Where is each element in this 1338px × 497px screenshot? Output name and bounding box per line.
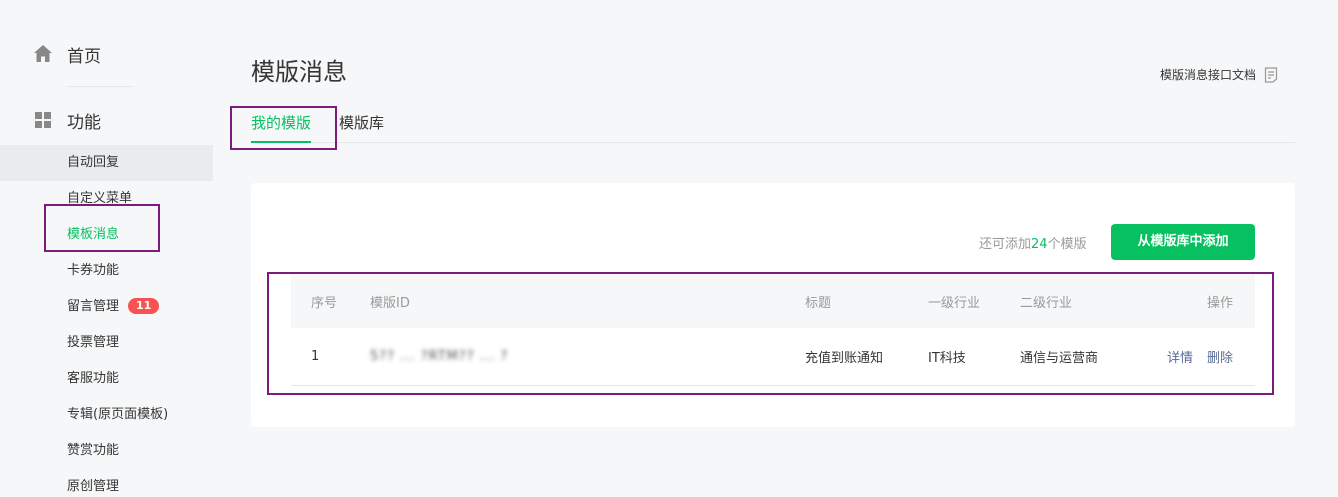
quota-suffix: 个模版 — [1047, 237, 1087, 252]
nav-features-label: 功能 — [67, 112, 101, 133]
col-title: 标题 — [805, 296, 832, 311]
page-title: 模版消息 — [251, 58, 347, 86]
doc-link-label: 模版消息接口文档 — [1160, 68, 1257, 82]
sidebar-item-card-coupon[interactable]: 卡券功能 — [0, 253, 213, 289]
quota-prefix: 还可添加 — [979, 237, 1032, 252]
sidebar-item-label: 自定义菜单 — [67, 191, 133, 206]
row-index: 1 — [311, 349, 320, 364]
grid-icon — [33, 110, 53, 130]
sidebar-item-voting[interactable]: 投票管理 — [0, 325, 213, 361]
table-header: 序号 模版ID 标题 一级行业 二级行业 操作 — [291, 275, 1255, 328]
sidebar-item-comments[interactable]: 留言管理 11 — [0, 289, 213, 325]
sidebar-item-original[interactable]: 原创管理 — [0, 469, 213, 497]
home-icon — [33, 44, 53, 64]
sidebar-item-label: 模板消息 — [67, 227, 120, 242]
row-title: 充值到账通知 — [805, 351, 884, 366]
col-industry-secondary: 二级行业 — [1020, 296, 1073, 311]
sidebar-item-template-message[interactable]: 模板消息 — [0, 217, 213, 253]
quota-count: 24 — [1031, 237, 1048, 252]
col-template-id: 模版ID — [370, 296, 410, 311]
tab-template-library[interactable]: 模版库 — [339, 112, 384, 143]
doc-link[interactable]: 模版消息接口文档 — [1160, 66, 1278, 83]
nav-home-label: 首页 — [67, 46, 101, 67]
sidebar-item-reward[interactable]: 赞赏功能 — [0, 433, 213, 469]
sidebar-item-label: 自动回复 — [67, 155, 120, 170]
tab-bar: 我的模版 模版库 — [251, 104, 1295, 143]
sidebar-item-label: 赞赏功能 — [67, 443, 120, 458]
nav-features: 功能 — [33, 106, 101, 134]
template-card: 还可添加24个模版 从模版库中添加 序号 模版ID 标题 一级行业 二级行业 操… — [251, 183, 1295, 427]
sidebar-item-label: 留言管理 — [67, 299, 120, 314]
col-actions: 操作 — [1207, 296, 1234, 311]
nav-divider — [67, 86, 133, 87]
sidebar: 首页 功能 自动回复 自定义菜单 模板消息 卡券功能 留言管理 11 投票管理 客… — [0, 0, 213, 497]
tab-my-templates[interactable]: 我的模版 — [251, 112, 312, 143]
detail-link[interactable]: 详情 — [1167, 328, 1193, 385]
table-row: 1 5?? ... ?RTM?? ... ? 充值到账通知 IT科技 通信与运营… — [291, 328, 1255, 386]
nav-home[interactable]: 首页 — [33, 40, 101, 68]
sidebar-item-label: 投票管理 — [67, 335, 120, 350]
document-icon — [1264, 66, 1278, 83]
quota-text: 还可添加24个模版 — [979, 233, 1087, 252]
sidebar-item-auto-reply[interactable]: 自动回复 — [0, 145, 213, 181]
sidebar-item-label: 客服功能 — [67, 371, 120, 386]
col-industry-primary: 一级行业 — [928, 296, 981, 311]
row-industry-secondary: 通信与运营商 — [1020, 351, 1099, 366]
sidebar-item-album[interactable]: 专辑(原页面模板) — [0, 397, 213, 433]
comments-count-badge: 11 — [128, 298, 160, 314]
sidebar-item-customer-service[interactable]: 客服功能 — [0, 361, 213, 397]
sidebar-item-label: 卡券功能 — [67, 263, 120, 278]
sidebar-item-label: 专辑(原页面模板) — [67, 407, 169, 422]
row-template-id: 5?? ... ?RTM?? ... ? — [370, 349, 509, 364]
col-index: 序号 — [311, 296, 338, 311]
sidebar-item-custom-menu[interactable]: 自定义菜单 — [0, 181, 213, 217]
row-industry-primary: IT科技 — [928, 351, 966, 366]
sidebar-item-label: 原创管理 — [67, 479, 120, 494]
add-from-library-button[interactable]: 从模版库中添加 — [1111, 224, 1255, 260]
delete-link[interactable]: 删除 — [1207, 328, 1233, 385]
